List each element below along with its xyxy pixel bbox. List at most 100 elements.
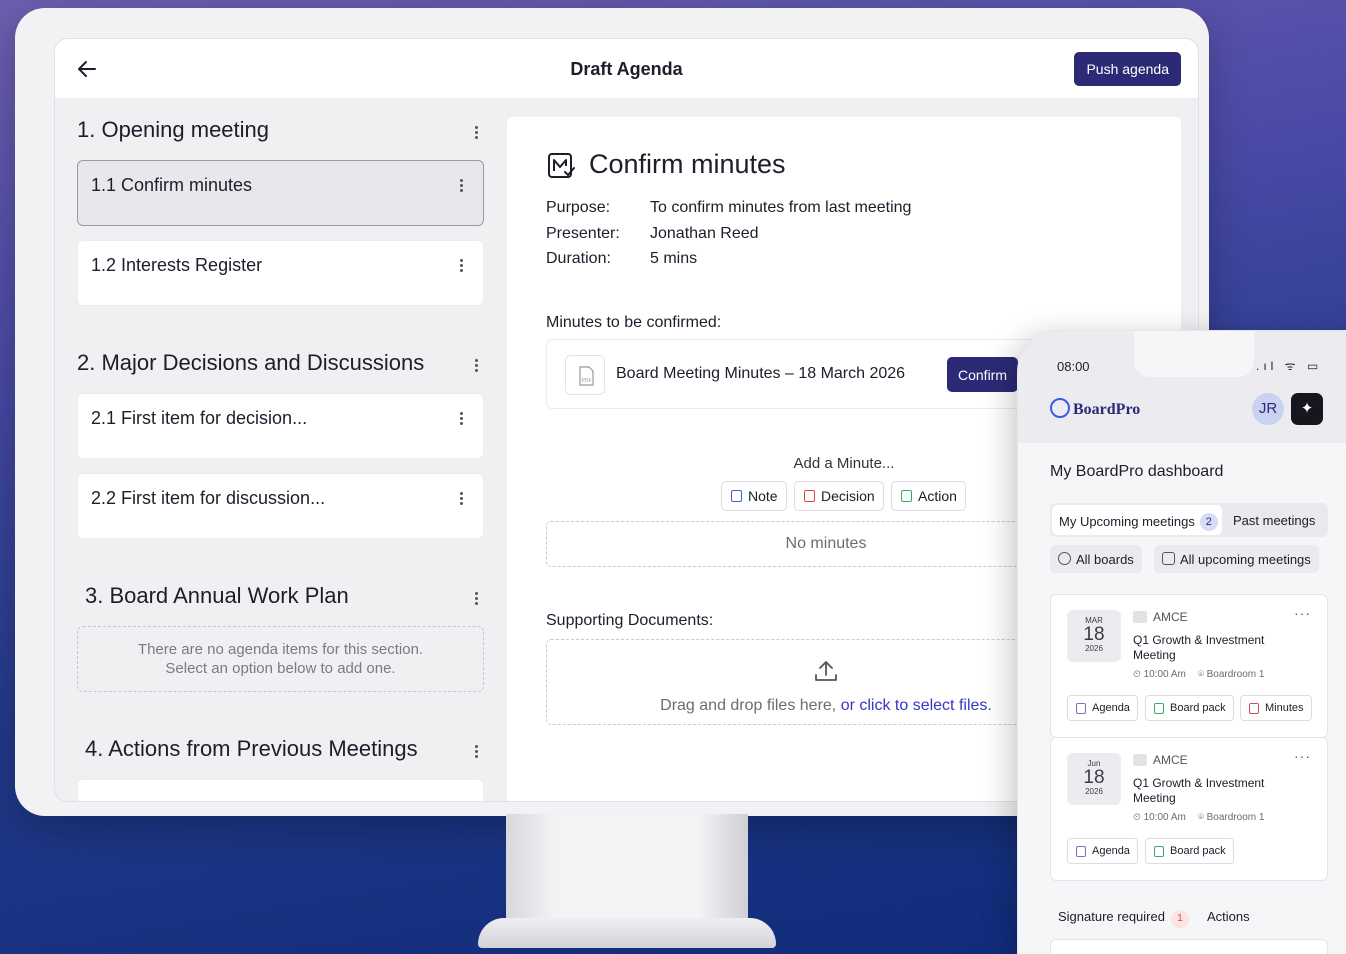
item-menu-icon[interactable] — [459, 491, 463, 505]
board-pack-button[interactable]: Board pack — [1145, 838, 1234, 864]
push-agenda-button[interactable]: Push agenda — [1074, 52, 1181, 86]
date-year: 2026 — [1085, 787, 1103, 796]
agenda-item-2-2[interactable]: 2.2 First item for discussion... — [77, 473, 484, 539]
purpose-value: To confirm minutes from last meeting — [650, 199, 912, 216]
agenda-icon — [1076, 846, 1086, 857]
add-decision-button[interactable]: Decision — [794, 481, 884, 511]
meeting-meta: ⏲ 10:00 Am ⌾ Boardroom 1 — [1133, 812, 1276, 823]
minutes-icon — [1249, 703, 1259, 714]
agenda-button[interactable]: Agenda — [1067, 695, 1138, 721]
item-menu-icon[interactable] — [459, 258, 463, 272]
section-menu-icon[interactable] — [474, 744, 478, 758]
presenter-row: Presenter: Jonathan Reed — [546, 225, 759, 243]
purpose-row: Purpose: To confirm minutes from last mee… — [546, 199, 911, 217]
document-name: Board Meeting Minutes – 18 March 2026 — [616, 365, 906, 382]
boards-icon — [1058, 552, 1071, 565]
agenda-item-1-1[interactable]: 1.1 Confirm minutes — [77, 160, 484, 226]
purpose-key: Purpose: — [546, 199, 611, 216]
more-options-icon[interactable]: ··· — [1294, 748, 1311, 764]
filter-label: All boards — [1076, 552, 1134, 567]
org-logo-icon — [1133, 611, 1147, 623]
organisation: AMCE — [1133, 753, 1188, 767]
btn-label: Agenda — [1092, 702, 1130, 714]
btn-label: Board pack — [1170, 845, 1226, 857]
ai-sparkle-icon[interactable]: ✦ — [1291, 393, 1323, 425]
date-day: 18 — [1083, 624, 1105, 645]
dashboard-title: My BoardPro dashboard — [1050, 463, 1224, 480]
add-note-button[interactable]: Note — [721, 481, 787, 511]
empty-line: Select an option below to add one. — [165, 660, 396, 677]
bottom-tabs: Signature required 1 Actions — [1058, 909, 1250, 928]
duration-row: Duration: 5 mins — [546, 250, 697, 268]
meeting-meta: ⏲ 10:00 Am ⌾ Boardroom 1 — [1133, 669, 1276, 680]
pdf-icon: PDF — [565, 355, 605, 395]
count-badge: 2 — [1199, 513, 1218, 531]
monitor-stand-neck — [506, 814, 748, 924]
btn-label: Minutes — [1265, 702, 1304, 714]
date-year: 2026 — [1085, 644, 1103, 653]
section-menu-icon[interactable] — [474, 591, 478, 605]
book-icon — [1154, 703, 1164, 714]
all-meetings-filter[interactable]: All upcoming meetings — [1154, 545, 1319, 573]
boardpro-logo: BoardPro — [1050, 398, 1140, 419]
tab-actions[interactable]: Actions — [1207, 909, 1250, 924]
phone-notch — [1134, 331, 1254, 377]
minutes-heading: Minutes to be confirmed: — [546, 314, 722, 331]
meeting-name: Q1 Growth & Investment Meeting — [1133, 776, 1265, 805]
empty-section-placeholder: There are no agenda items for this secti… — [77, 626, 484, 692]
status-icons: .ıl ᯤ ▭ — [1256, 359, 1323, 373]
list-item[interactable] — [1050, 939, 1328, 954]
more-options-icon[interactable]: ··· — [1294, 605, 1311, 621]
board-pack-button[interactable]: Board pack — [1145, 695, 1234, 721]
meeting-room: ⌾ Boardroom 1 — [1197, 812, 1265, 823]
add-action-button[interactable]: Action — [891, 481, 966, 511]
detail-title: Confirm minutes — [589, 149, 786, 179]
section-menu-icon[interactable] — [474, 358, 478, 372]
logo-icon — [1050, 398, 1070, 418]
item-menu-icon[interactable] — [459, 411, 463, 425]
section-menu-icon[interactable] — [474, 125, 478, 139]
btn-label: Agenda — [1092, 845, 1130, 857]
section-title: 1. Opening meeting — [77, 117, 270, 142]
agenda-item-1-2[interactable]: 1.2 Interests Register — [77, 240, 484, 306]
chip-label: Decision — [821, 488, 875, 504]
org-name: AMCE — [1153, 610, 1188, 624]
minutes-button[interactable]: Minutes — [1240, 695, 1312, 721]
avatar[interactable]: JR — [1252, 393, 1284, 425]
no-minutes-text: No minutes — [785, 535, 867, 552]
dropzone-text: Drag and drop files here, — [660, 697, 841, 714]
all-boards-filter[interactable]: All boards — [1050, 545, 1142, 573]
meeting-card[interactable]: Jun 18 2026 AMCE ··· Q1 Growth & Investm… — [1050, 737, 1328, 881]
date-day: 18 — [1083, 767, 1105, 788]
meeting-name: Q1 Growth & Investment Meeting — [1133, 633, 1265, 662]
presenter-key: Presenter: — [546, 225, 620, 242]
tab-signature-required[interactable]: Signature required — [1058, 909, 1165, 924]
select-files-link[interactable]: or click to select files. — [841, 697, 992, 714]
phone-frame: 08:00 .ıl ᯤ ▭ BoardPro JR ✦ My BoardPro … — [1017, 330, 1346, 954]
top-bar: Draft Agenda Push agenda — [55, 39, 1198, 99]
agenda-item-label: 2.1 First item for decision... — [91, 408, 308, 428]
tab-upcoming-meetings[interactable]: My Upcoming meetings 2 — [1052, 505, 1222, 535]
duration-value: 5 mins — [650, 250, 698, 267]
agenda-item-label: 1.2 Interests Register — [91, 255, 263, 275]
org-logo-icon — [1133, 754, 1147, 766]
agenda-item-2-1[interactable]: 2.1 First item for decision... — [77, 393, 484, 459]
chip-label: Note — [748, 488, 778, 504]
page-title: Draft Agenda — [570, 59, 683, 79]
duration-key: Duration: — [546, 250, 611, 267]
pdf-label: PDF — [582, 378, 592, 384]
agenda-icon — [1076, 703, 1086, 714]
meetings-tabs: My Upcoming meetings 2 Past meetings — [1050, 503, 1328, 537]
tab-past-meetings[interactable]: Past meetings — [1233, 513, 1315, 528]
agenda-button[interactable]: Agenda — [1067, 838, 1138, 864]
confirm-button[interactable]: Confirm — [947, 357, 1019, 392]
signature-count-badge: 1 — [1170, 910, 1189, 928]
status-time: 08:00 — [1057, 359, 1090, 374]
empty-line: There are no agenda items for this secti… — [137, 641, 424, 658]
meeting-card[interactable]: MAR 18 2026 AMCE ··· Q1 Growth & Investm… — [1050, 594, 1328, 738]
btn-label: Board pack — [1170, 702, 1226, 714]
date-tile: Jun 18 2026 — [1067, 753, 1121, 805]
agenda-item-label: 2.2 First item for discussion... — [91, 488, 326, 508]
agenda-item-4-1[interactable] — [77, 779, 484, 801]
item-menu-icon[interactable] — [459, 178, 463, 192]
